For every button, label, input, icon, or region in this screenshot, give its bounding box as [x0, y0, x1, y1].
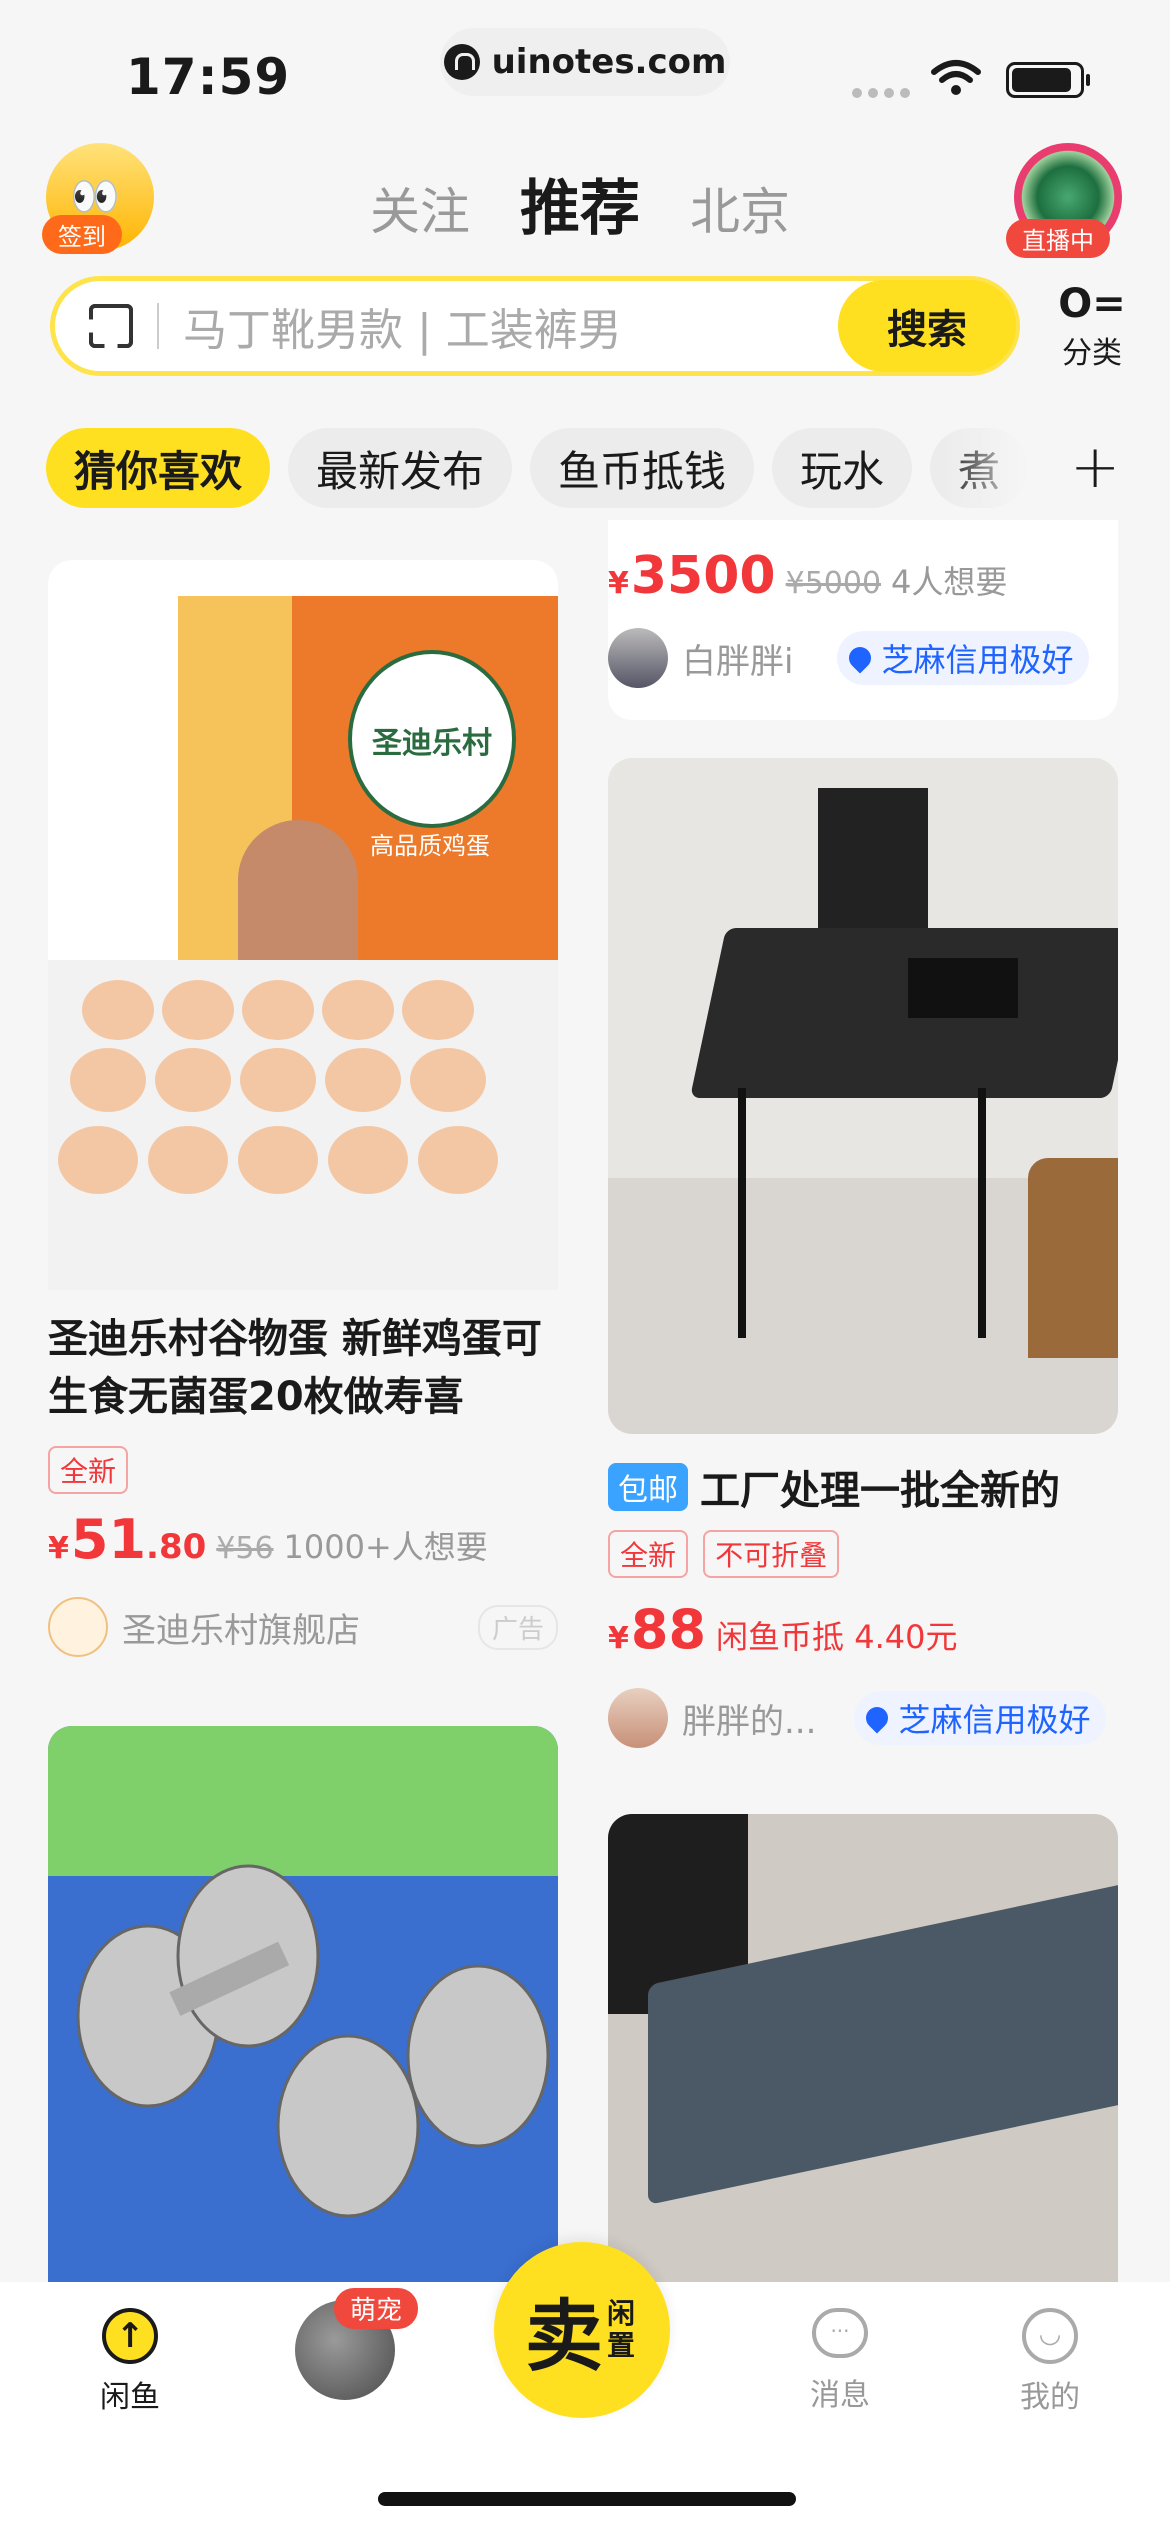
message-icon: ··· — [812, 2308, 868, 2358]
box-brand: 圣迪乐村 — [372, 726, 492, 761]
search-input[interactable]: 马丁靴男款 | 工装裤男 — [183, 294, 838, 358]
product-card-cot[interactable] — [608, 1814, 1118, 2334]
seller-name: 胖胖的... — [682, 1701, 817, 1742]
chip-guess[interactable]: 猜你喜欢 — [46, 428, 271, 508]
status-time: 17:59 — [126, 48, 291, 106]
condition-tag: 全新 — [48, 1446, 129, 1494]
profile-icon: ◡ — [1022, 2308, 1078, 2364]
product-title: 工厂处理一批全新的 — [700, 1468, 1060, 1514]
sell-sublabel: 闲置 — [607, 2297, 636, 2362]
free-shipping-badge: 包邮 — [608, 1463, 688, 1511]
zhima-icon — [844, 642, 877, 674]
seller-name: 白胖胖i — [682, 641, 794, 682]
category-label: 分类 — [1062, 336, 1122, 371]
shop-name: 圣迪乐村旗舰店 — [122, 1610, 360, 1651]
eggs-tray — [58, 980, 498, 1194]
price: 3500 — [630, 546, 776, 606]
credit-label: 芝麻信用极好 — [881, 641, 1074, 679]
pet-badge: 萌宠 — [334, 2288, 419, 2329]
box-subtitle: 高品质鸡蛋 — [370, 832, 490, 860]
home-icon: ↑ — [102, 2308, 158, 2364]
checkin-button[interactable]: 👀 签到 — [42, 143, 154, 254]
url-text: uinotes.com — [491, 42, 727, 82]
product-card-desk[interactable]: 包邮 工厂处理一批全新的 全新 不可折叠 ¥88 闲鱼币抵 4.40元 胖胖的.… — [608, 758, 1118, 1758]
checkin-label: 签到 — [42, 215, 122, 254]
chip-coin[interactable]: 鱼币抵钱 — [530, 428, 755, 508]
product-card-top-right[interactable]: ¥ 3500 ¥5000 4人想要 白胖胖i 芝麻信用极好 — [608, 520, 1118, 720]
price: 88 — [630, 1598, 707, 1661]
shop-logo — [48, 1597, 108, 1657]
seller-avatar[interactable] — [608, 628, 668, 688]
nav-home[interactable]: ↑ 闲鱼 — [80, 2308, 180, 2416]
scan-icon[interactable] — [89, 304, 133, 348]
chip-latest[interactable]: 最新发布 — [288, 428, 513, 508]
product-image-desk — [608, 758, 1118, 1434]
search-divider — [157, 303, 159, 349]
category-icon: O= — [1058, 281, 1126, 327]
product-image-dumbbells — [76, 1864, 550, 2218]
live-label: 直播中 — [1006, 219, 1110, 258]
filter-chips: 猜你喜欢 最新发布 鱼币抵钱 玩水 煮 — [46, 428, 1029, 508]
tab-recommend[interactable]: 推荐 — [520, 160, 640, 247]
nav-pet[interactable]: 萌宠 — [290, 2288, 419, 2400]
battery-icon — [1006, 62, 1090, 98]
search-bar[interactable]: 马丁靴男款 | 工装裤男 搜索 — [50, 276, 1020, 376]
credit-label: 芝麻信用极好 — [898, 1701, 1091, 1739]
nav-messages-label: 消息 — [810, 2378, 870, 2413]
home-indicator — [378, 2492, 796, 2506]
original-price: ¥56 — [216, 1531, 274, 1566]
nav-home-label: 闲鱼 — [100, 2380, 160, 2415]
product-card-dumbbells[interactable] — [48, 1726, 558, 2326]
wants-count: 4人想要 — [891, 563, 1008, 601]
product-image-eggs: 圣迪乐村 高品质鸡蛋 — [48, 560, 558, 1290]
nav-messages[interactable]: ··· 消息 — [790, 2308, 890, 2414]
chip-water[interactable]: 玩水 — [772, 428, 913, 508]
product-card-eggs[interactable]: 圣迪乐村 高品质鸡蛋 圣迪乐村谷物蛋 新鲜鸡蛋可生食无菌蛋20枚做寿喜 全新 ¥… — [48, 560, 558, 1670]
nav-mine-label: 我的 — [1020, 2380, 1080, 2415]
product-title: 圣迪乐村谷物蛋 新鲜鸡蛋可生食无菌蛋20枚做寿喜 — [48, 1316, 542, 1420]
signal-icon — [852, 88, 910, 98]
ad-label: 广告 — [477, 1604, 558, 1650]
chips-fade — [940, 424, 1170, 514]
tab-follow[interactable]: 关注 — [370, 172, 470, 244]
top-tabs: 关注 推荐 北京 — [370, 160, 790, 247]
sell-label: 卖 — [524, 2292, 603, 2382]
url-pill[interactable]: uinotes.com — [440, 28, 730, 96]
tab-beijing[interactable]: 北京 — [690, 172, 790, 244]
original-price: ¥5000 — [785, 566, 882, 601]
coin-deduction: 闲鱼币抵 4.40元 — [716, 1618, 958, 1656]
lock-icon — [443, 44, 480, 80]
foldable-tag: 不可折叠 — [703, 1530, 840, 1578]
credit-badge: 芝麻信用极好 — [854, 1691, 1107, 1745]
zhima-icon — [861, 1702, 893, 1734]
mascot-icon: 👀 — [70, 174, 120, 220]
currency: ¥ — [608, 566, 629, 601]
wants-count: 1000+人想要 — [283, 1528, 488, 1566]
nav-mine[interactable]: ◡ 我的 — [1000, 2308, 1100, 2416]
live-button[interactable]: 直播中 — [1006, 143, 1122, 258]
price-dec: .80 — [146, 1527, 207, 1567]
credit-badge: 芝麻信用极好 — [837, 631, 1090, 685]
category-button[interactable]: O= 分类 — [1052, 284, 1132, 372]
condition-tag: 全新 — [608, 1530, 689, 1578]
search-button[interactable]: 搜索 — [838, 280, 1016, 372]
price-int: 51 — [70, 1508, 147, 1571]
wifi-icon — [931, 60, 981, 95]
seller-avatar[interactable] — [608, 1688, 668, 1748]
add-category-icon[interactable]: + — [1070, 432, 1120, 502]
sell-button[interactable]: 卖 闲置 — [494, 2242, 670, 2418]
